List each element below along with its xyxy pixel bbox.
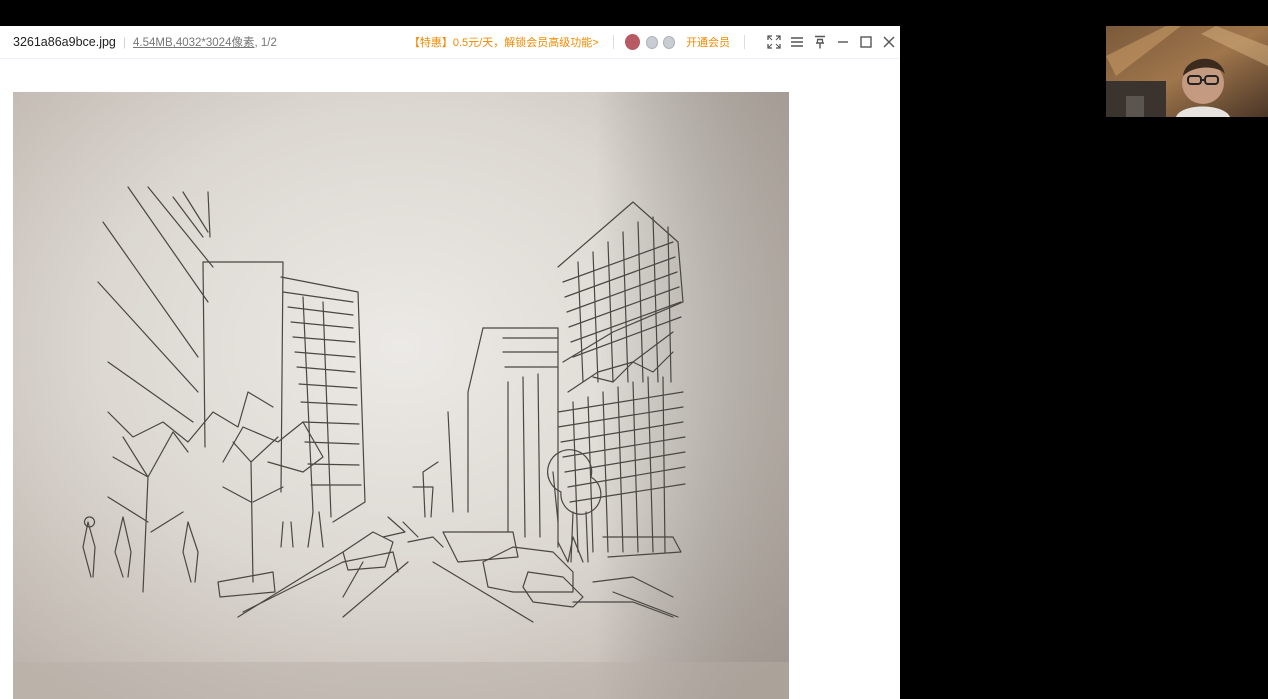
maximize-icon[interactable]	[854, 32, 877, 52]
file-meta: 4.54MB,4032*3024像素, 1/2	[133, 34, 277, 50]
close-icon[interactable]	[877, 32, 900, 52]
gem-icon[interactable]	[645, 35, 658, 49]
vip-button[interactable]: 开通会员	[686, 34, 730, 50]
fullscreen-icon[interactable]	[762, 32, 785, 52]
minimize-icon[interactable]	[831, 32, 854, 52]
file-name: 3261a86a9bce.jpg	[13, 35, 116, 49]
avatar-icon[interactable]	[624, 34, 640, 50]
webcam-feed	[1106, 26, 1268, 117]
resolution-link[interactable]: ,4032*3024像素	[173, 37, 255, 49]
coin-icon[interactable]	[662, 35, 676, 49]
window-controls	[762, 32, 900, 52]
file-size-link[interactable]: 4.54MB	[133, 37, 173, 49]
promo-link[interactable]: 【特惠】0.5元/天，解锁会员高级功能>	[409, 34, 599, 50]
sketch-image	[13, 92, 789, 699]
page-counter: , 1/2	[254, 37, 277, 49]
menu-icon[interactable]	[785, 32, 808, 52]
title-bar: 3261a86a9bce.jpg | 4.54MB,4032*3024像素, 1…	[0, 26, 900, 59]
image-viewer-window: 3261a86a9bce.jpg | 4.54MB,4032*3024像素, 1…	[0, 26, 900, 699]
pin-icon[interactable]	[808, 32, 831, 52]
